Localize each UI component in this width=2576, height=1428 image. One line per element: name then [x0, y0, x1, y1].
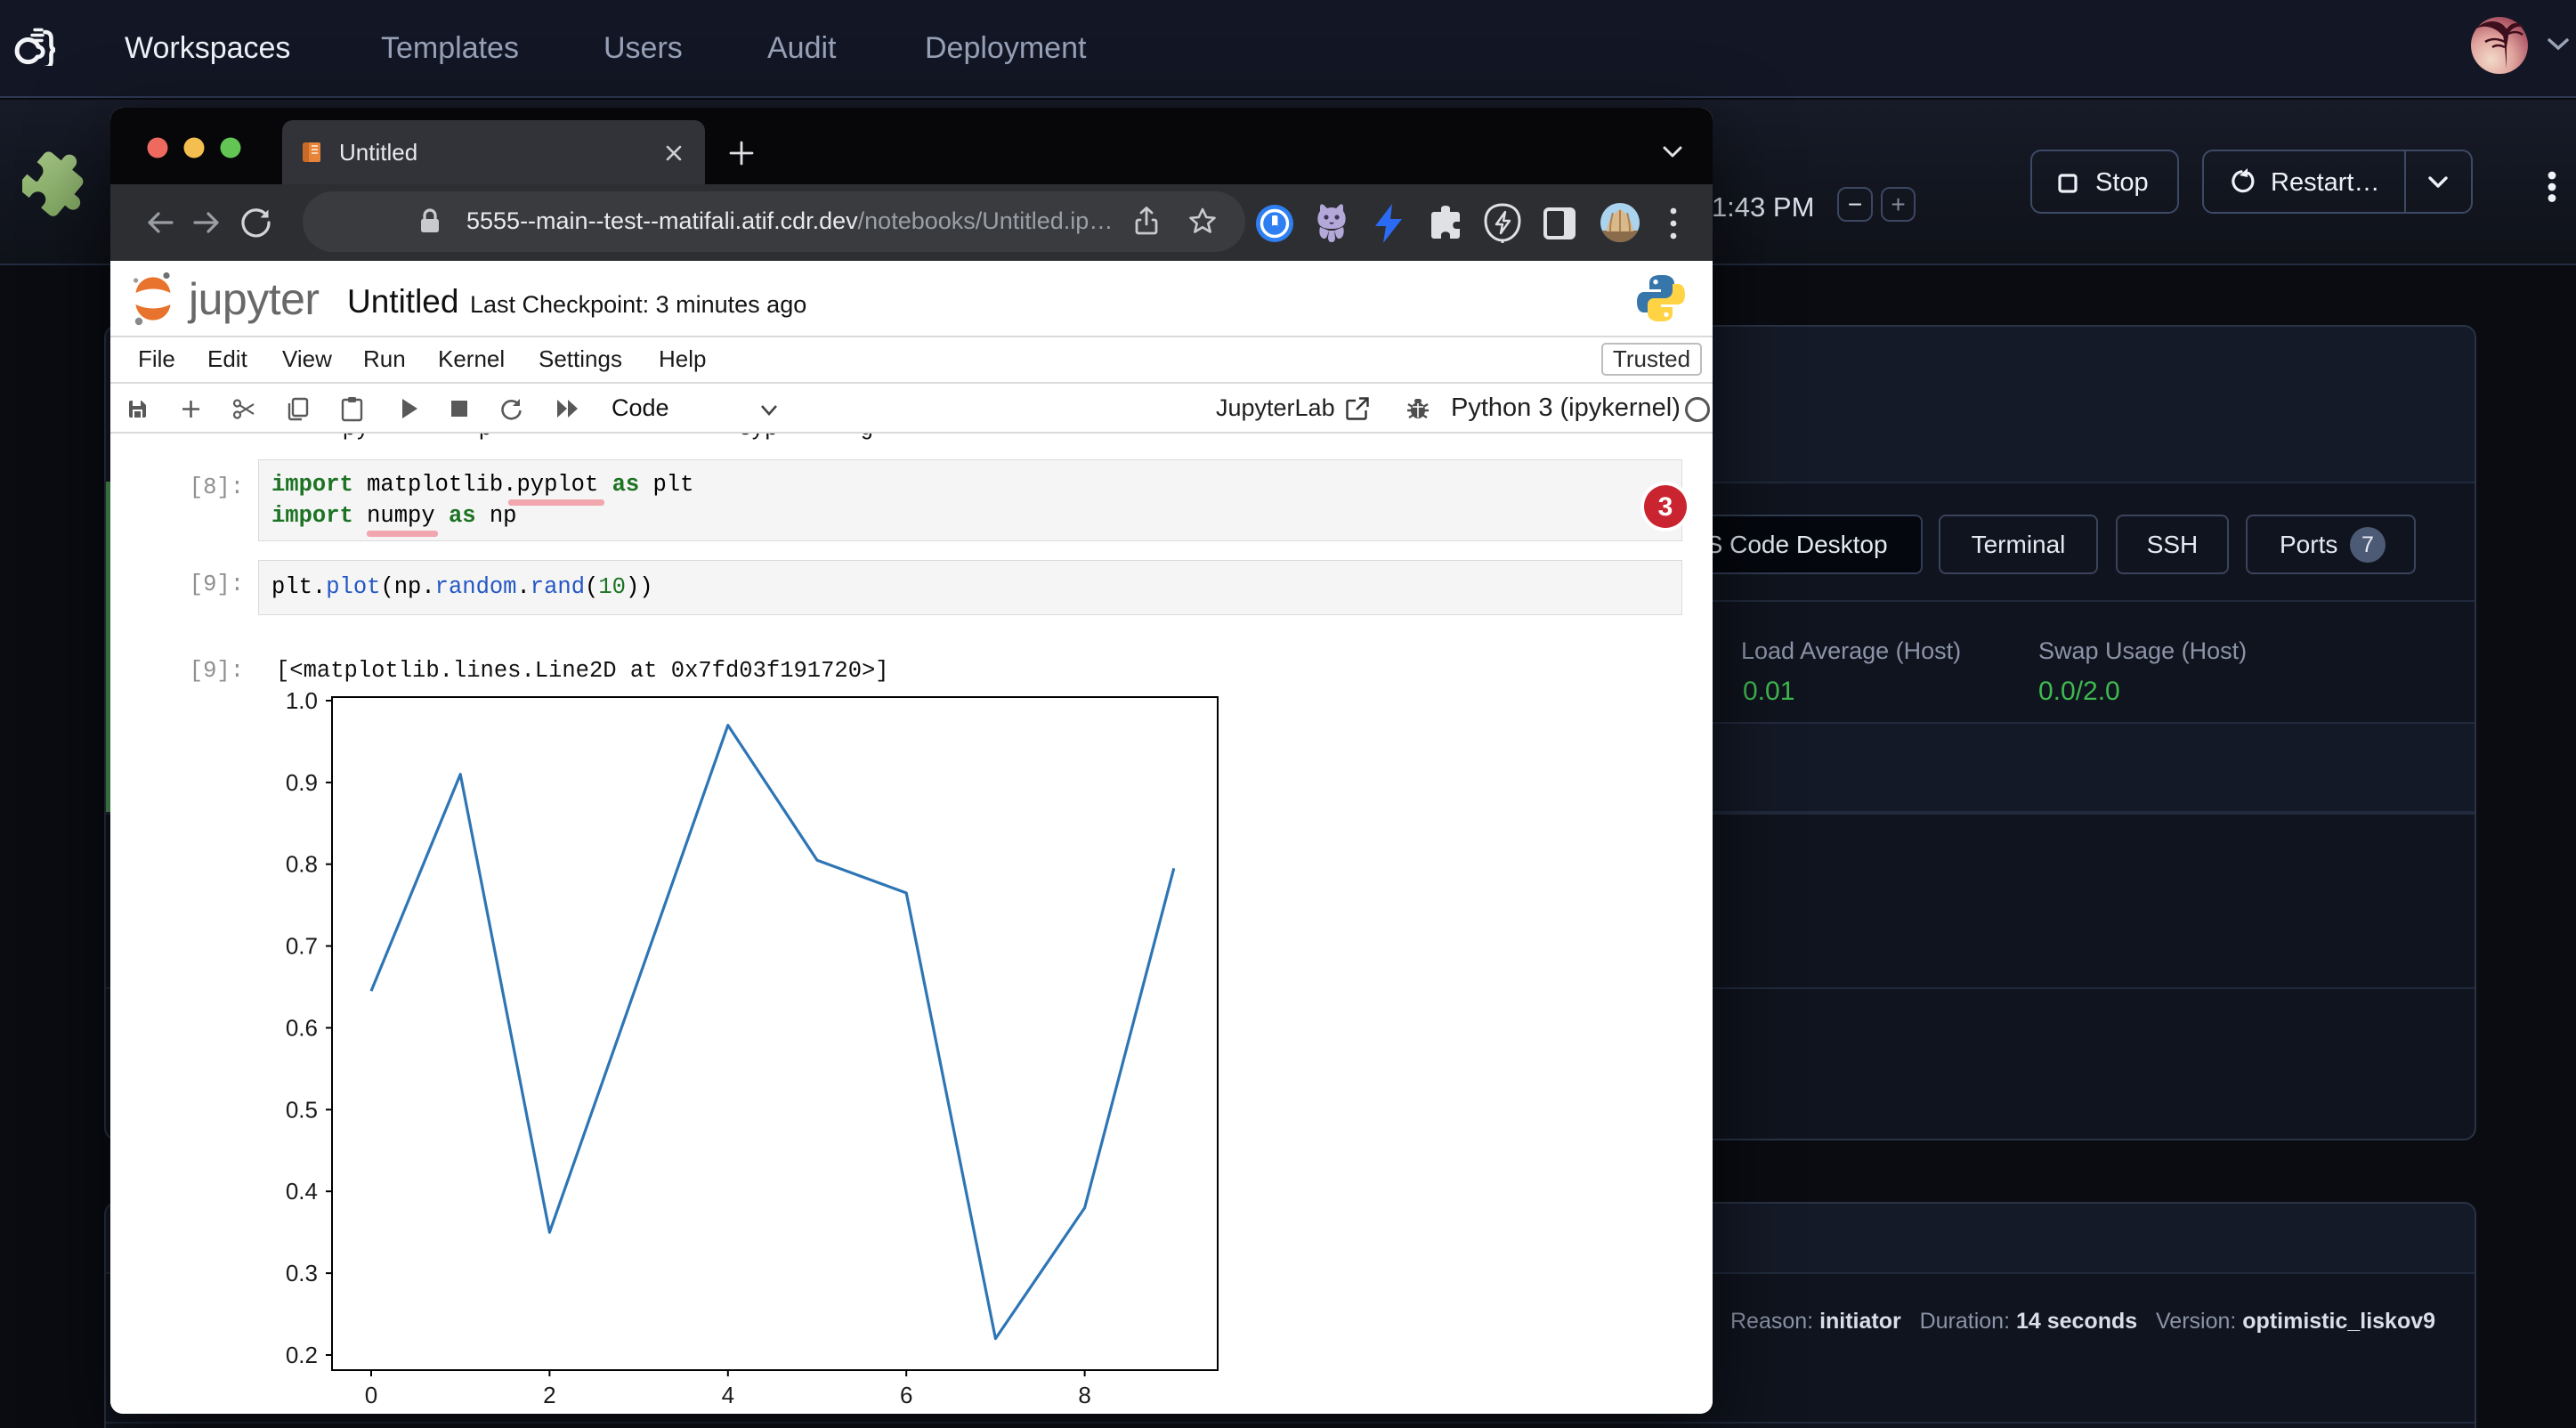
svg-text:4: 4 — [722, 1382, 734, 1408]
svg-text:0.8: 0.8 — [286, 851, 318, 878]
svg-text:0: 0 — [365, 1382, 377, 1408]
svg-text:0.3: 0.3 — [286, 1260, 318, 1286]
svg-text:3: 3 — [1658, 492, 1673, 522]
svg-text:1.0: 1.0 — [286, 687, 318, 714]
svg-text:0.7: 0.7 — [286, 933, 318, 960]
svg-text:0.6: 0.6 — [286, 1015, 318, 1042]
svg-text:0.9: 0.9 — [286, 769, 318, 796]
svg-text:0.2: 0.2 — [286, 1342, 318, 1368]
svg-text:0.4: 0.4 — [286, 1178, 318, 1205]
svg-text:0.5: 0.5 — [286, 1096, 318, 1123]
svg-text:6: 6 — [900, 1382, 912, 1408]
svg-text:8: 8 — [1078, 1382, 1090, 1408]
svg-text:2: 2 — [543, 1382, 555, 1408]
